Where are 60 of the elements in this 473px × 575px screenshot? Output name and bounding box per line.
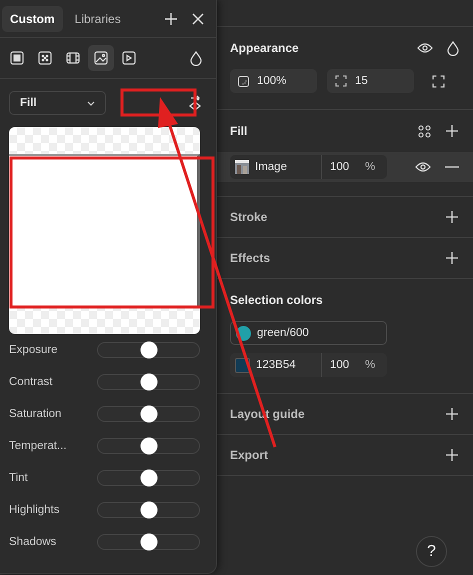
slider-thumb[interactable] bbox=[140, 342, 157, 358]
slider-track[interactable] bbox=[97, 470, 200, 486]
color-token-field[interactable]: green/600 bbox=[230, 321, 387, 345]
tab[interactable]: Libraries bbox=[66, 6, 129, 32]
adjustment-label: Exposure bbox=[9, 344, 59, 356]
slider-thumb[interactable] bbox=[140, 438, 157, 454]
fill-mode-dropdown[interactable]: Fill bbox=[9, 91, 106, 115]
drop-icon[interactable] bbox=[190, 50, 202, 66]
corner-radius-icon bbox=[335, 75, 347, 87]
film-icon bbox=[66, 51, 80, 65]
color-hex-field[interactable]: 123B54 100 % bbox=[230, 353, 387, 377]
drop-icon[interactable] bbox=[447, 40, 459, 56]
slider-track[interactable] bbox=[97, 342, 200, 358]
eye-icon[interactable] bbox=[415, 162, 431, 172]
eye-icon[interactable] bbox=[417, 43, 433, 53]
slider-thumb[interactable] bbox=[140, 374, 157, 390]
rotate-icon[interactable] bbox=[188, 95, 202, 111]
section-title: Fill bbox=[230, 124, 248, 138]
slider-track[interactable] bbox=[97, 534, 200, 550]
plus-icon[interactable] bbox=[445, 448, 459, 462]
adjustment-label: Shadows bbox=[9, 536, 58, 548]
close-icon[interactable] bbox=[192, 12, 204, 24]
adjustment-label: Saturation bbox=[9, 408, 62, 420]
slider-track[interactable] bbox=[97, 502, 200, 518]
plus-icon[interactable] bbox=[445, 251, 459, 265]
opacity-field[interactable]: 100% bbox=[230, 69, 317, 93]
play-icon bbox=[122, 51, 136, 65]
image-fill-button[interactable] bbox=[88, 45, 114, 71]
chevron-icon bbox=[87, 100, 95, 106]
radius-field[interactable]: 15 bbox=[327, 69, 414, 93]
plus-icon[interactable] bbox=[445, 407, 459, 421]
opacity-icon bbox=[238, 76, 249, 86]
section-title: Export bbox=[230, 448, 268, 462]
section-title: Selection colors bbox=[230, 293, 323, 307]
slider-thumb[interactable] bbox=[140, 406, 157, 422]
section-title: Stroke bbox=[230, 210, 268, 224]
tab[interactable]: Custom bbox=[2, 6, 63, 32]
slider-thumb[interactable] bbox=[140, 534, 157, 550]
slider-thumb[interactable] bbox=[140, 470, 157, 486]
adjustment-label: Highlights bbox=[9, 504, 60, 516]
help-button[interactable]: ? bbox=[416, 536, 447, 567]
square-icon bbox=[10, 51, 24, 65]
section-title: Effects bbox=[230, 251, 270, 265]
fill-layer-field[interactable]: Image 100 % bbox=[230, 155, 387, 179]
adjustment-label: Temperat... bbox=[9, 440, 68, 452]
section-title: Appearance bbox=[230, 41, 299, 55]
dots-icon bbox=[38, 51, 52, 65]
slider-track[interactable] bbox=[97, 374, 200, 390]
slider-thumb[interactable] bbox=[140, 502, 157, 518]
plus-icon[interactable] bbox=[164, 12, 178, 26]
slider-track[interactable] bbox=[97, 438, 200, 454]
slider-track[interactable] bbox=[97, 406, 200, 422]
styles-icon[interactable] bbox=[418, 124, 431, 138]
adjustment-label: Contrast bbox=[9, 376, 54, 388]
adjustment-label: Tint bbox=[9, 472, 29, 484]
image-icon bbox=[94, 51, 108, 65]
expand-icon[interactable] bbox=[432, 74, 445, 88]
plus-icon[interactable] bbox=[445, 124, 459, 138]
plus-icon[interactable] bbox=[445, 210, 459, 224]
minus-icon[interactable] bbox=[445, 166, 459, 168]
